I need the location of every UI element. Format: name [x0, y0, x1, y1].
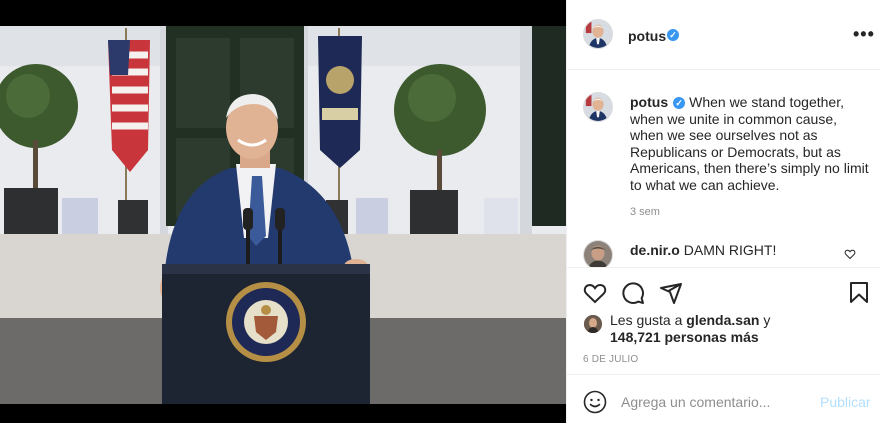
post-comment-button[interactable]: Publicar [820, 394, 871, 410]
post-header: potus ✓ ••• [567, 0, 880, 70]
comment-item: de.nir.o DAMN RIGHT! [630, 242, 776, 258]
bookmark-icon[interactable] [847, 281, 871, 305]
comment-username[interactable]: de.nir.o [630, 242, 680, 258]
likes-count[interactable]: 148,721 personas más [610, 328, 759, 346]
post-photo[interactable] [0, 0, 566, 423]
caption-avatar[interactable] [583, 92, 613, 122]
heart-icon[interactable] [583, 281, 607, 305]
liker-avatar[interactable] [584, 315, 602, 333]
add-comment-bar: Publicar [567, 374, 880, 423]
comment-avatar[interactable] [583, 240, 613, 267]
post-caption: potus ✓ When we stand together, when we un… [630, 94, 870, 194]
more-options-icon[interactable]: ••• [853, 24, 875, 45]
post-username[interactable]: potus [628, 28, 666, 44]
comment-icon[interactable] [621, 281, 645, 305]
post-image [0, 0, 566, 423]
post-date[interactable]: 6 DE JULIO [583, 354, 638, 365]
likes-line-1: Les gusta a glenda.san y [610, 311, 770, 329]
comment-text: DAMN RIGHT! [683, 242, 777, 258]
caption-time-ago[interactable]: 3 sem [630, 206, 660, 218]
caption-username[interactable]: potus [630, 94, 668, 110]
send-icon[interactable] [659, 281, 683, 305]
verified-badge-icon: ✓ [667, 29, 679, 41]
post-details-panel: potus ✓ ••• potus ✓ When we stand together… [566, 0, 880, 423]
likes-prefix: Les gusta a [610, 312, 683, 328]
action-bar [567, 267, 880, 307]
comments-section[interactable]: potus ✓ When we stand together, when we un… [567, 71, 880, 267]
smiley-icon[interactable] [583, 390, 607, 414]
comment-like-heart-icon[interactable] [844, 248, 856, 260]
comment-input[interactable] [621, 389, 811, 415]
profile-avatar[interactable] [583, 19, 613, 49]
liker-username[interactable]: glenda.san [686, 312, 759, 328]
likes-joiner: y [763, 312, 771, 328]
caption-verified-badge-icon: ✓ [673, 97, 686, 109]
